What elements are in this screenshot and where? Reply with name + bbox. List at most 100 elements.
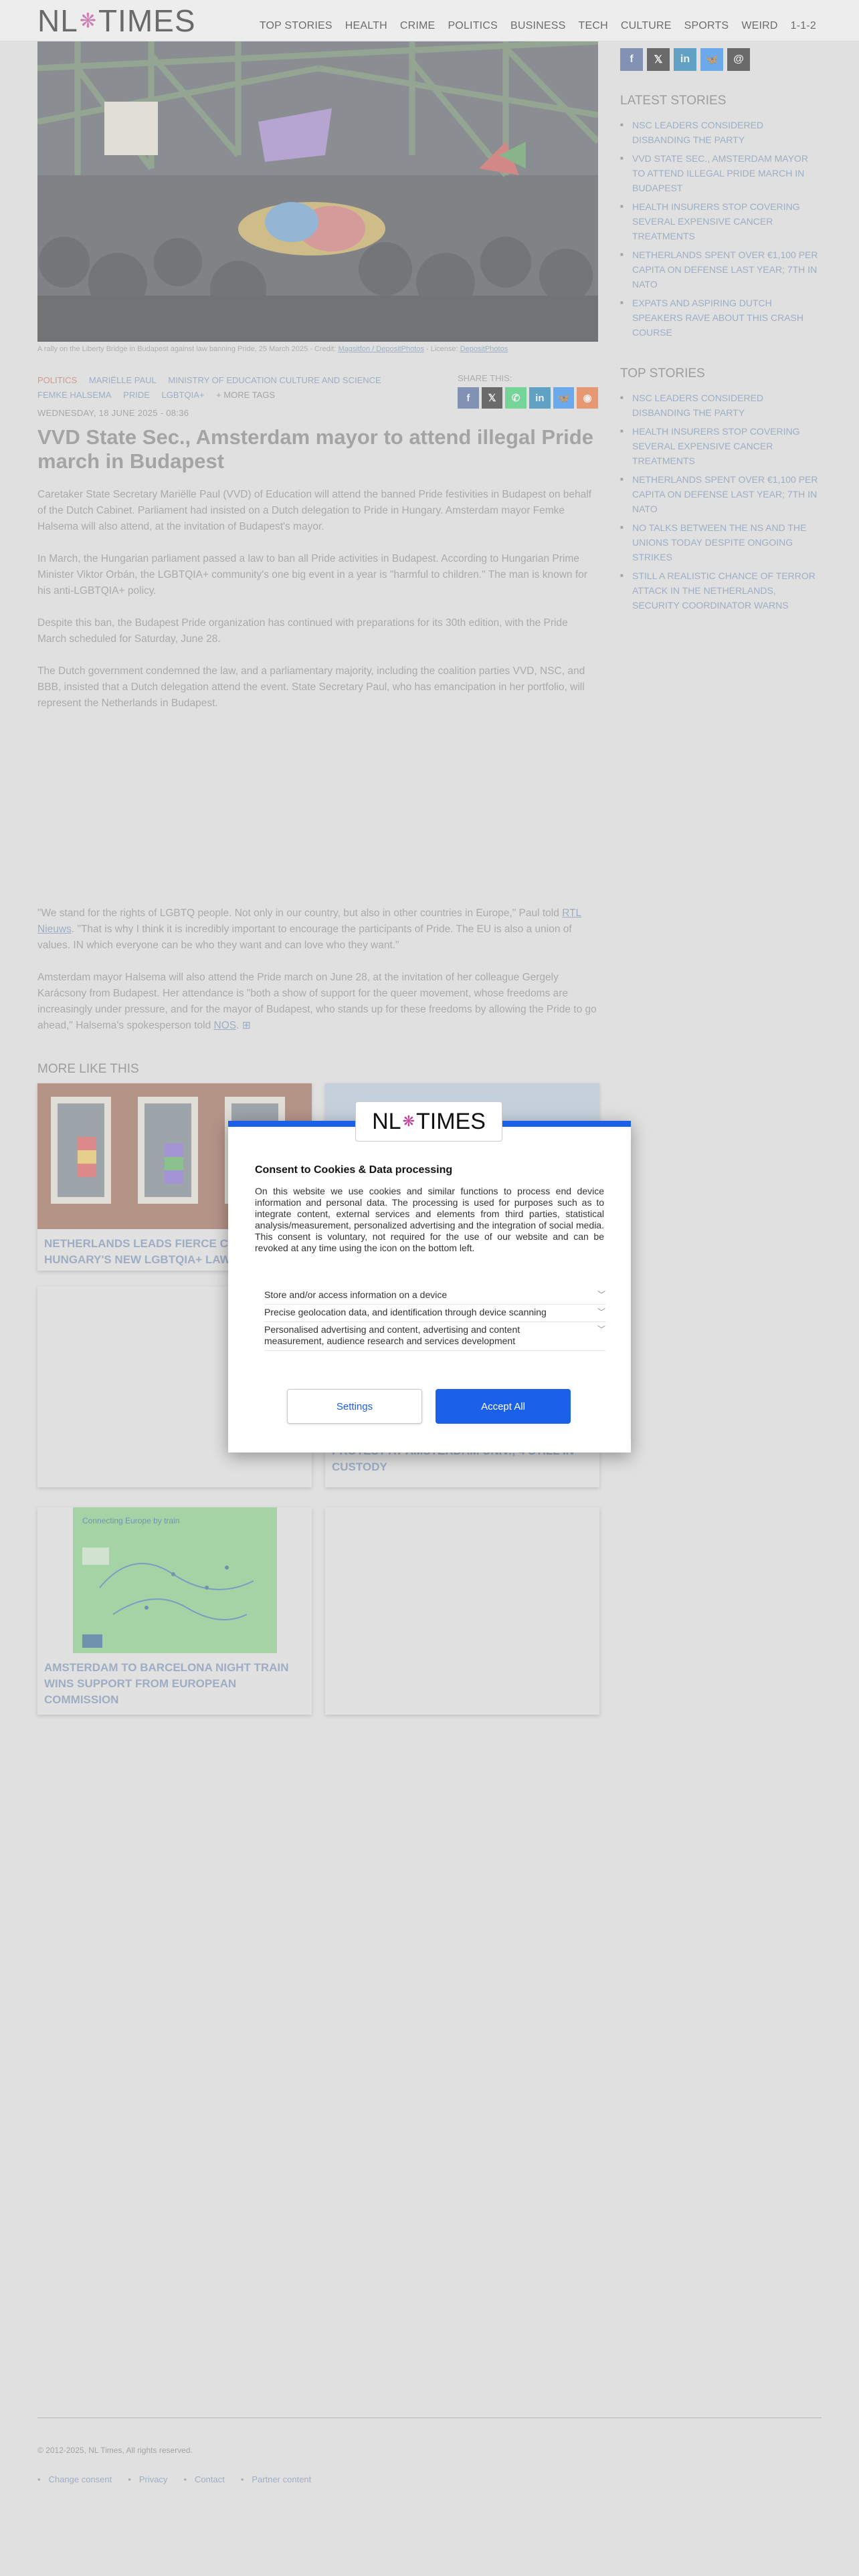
nav-business[interactable]: BUSINESS — [510, 20, 566, 32]
latest-story-link[interactable]: NETHERLANDS SPENT OVER €1,100 PER CAPITA… — [620, 247, 821, 292]
purpose-label: Precise geolocation data, and identifica… — [264, 1307, 547, 1317]
x-icon[interactable]: 𝕏 — [481, 387, 503, 409]
nav-culture[interactable]: CULTURE — [621, 20, 672, 32]
threads-icon[interactable]: @ — [727, 48, 750, 71]
consent-purposes: Store and/or access information on a dev… — [264, 1287, 605, 1351]
caption-credit-link[interactable]: Magsitfon / DepositPhotos — [338, 345, 423, 353]
footer-change-consent-link[interactable]: Change consent — [37, 2474, 112, 2484]
site-header: NL ❋ TIMES TOP STORIES HEALTH CRIME POLI… — [0, 0, 859, 41]
reddit-icon[interactable]: ◉ — [577, 387, 599, 409]
purpose-label: Personalised advertising and content, ad… — [264, 1324, 520, 1346]
image-caption: A rally on the Liberty Bridge in Budapes… — [37, 345, 598, 353]
top-story-link[interactable]: NSC LEADERS CONSIDERED DISBANDING THE PA… — [620, 391, 821, 420]
site-logo[interactable]: NL ❋ TIMES — [37, 3, 196, 38]
consent-purpose-item[interactable]: Store and/or access information on a dev… — [264, 1287, 605, 1305]
tag-lgbtqia[interactable]: LGBTQIA+ — [162, 390, 205, 400]
nav-112[interactable]: 1-1-2 — [791, 20, 816, 32]
tag-pride[interactable]: PRIDE — [123, 390, 150, 400]
more-tags-button[interactable]: + MORE TAGS — [216, 390, 275, 400]
consent-dialog: NL ❋ TIMES Consent to Cookies & Data pro… — [228, 1101, 631, 1453]
nav-weird[interactable]: WEIRD — [741, 20, 777, 32]
tag-ministry-education[interactable]: MINISTRY OF EDUCATION CULTURE AND SCIENC… — [168, 375, 381, 385]
logo-text-nl: NL — [372, 1108, 401, 1134]
linkedin-icon[interactable]: in — [529, 387, 551, 409]
article-tags: POLITICS MARIËLLE PAUL MINISTRY OF EDUCA… — [37, 373, 452, 403]
logo-text-times: TIMES — [416, 1108, 486, 1134]
nav-crime[interactable]: CRIME — [400, 20, 436, 32]
quote-text: "We stand for the rights of LGBTQ people… — [37, 907, 563, 919]
paragraph-text: Amsterdam mayor Halsema will also attend… — [37, 972, 597, 1031]
facebook-icon[interactable]: f — [458, 387, 479, 409]
latest-stories-title: LATEST STORIES — [620, 94, 727, 108]
tag-marielle-paul[interactable]: MARIËLLE PAUL — [89, 375, 157, 385]
card-image: Connecting Europe by train — [37, 1507, 312, 1653]
chevron-down-icon[interactable]: ﹀ — [597, 1289, 605, 1301]
footer-privacy-link[interactable]: Privacy — [128, 2474, 168, 2484]
tag-femke-halsema[interactable]: FEMKE HALSEMA — [37, 390, 112, 400]
nav-tech[interactable]: TECH — [578, 20, 607, 32]
related-card[interactable] — [325, 1507, 599, 1715]
logo-star-icon: ❋ — [79, 9, 97, 32]
article-date: WEDNESDAY, 18 JUNE 2025 - 08:36 — [37, 408, 189, 418]
article-paragraph: In March, the Hungarian parliament passe… — [37, 553, 587, 597]
quote-text-cont: . "That is why I think it is incredibly … — [37, 924, 572, 951]
consent-text: On this website we use cookies and simil… — [255, 1186, 604, 1253]
share-label: SHARE THIS: — [458, 373, 512, 383]
accessibility-icon[interactable]: ⊞ — [242, 1020, 251, 1031]
latest-story-link[interactable]: EXPATS AND ASPIRING DUTCH SPEAKERS RAVE … — [620, 296, 821, 340]
caption-license-link[interactable]: DepositPhotos — [460, 345, 508, 353]
article-hero-image — [37, 41, 598, 342]
accept-all-button[interactable]: Accept All — [436, 1389, 571, 1424]
footer-contact-link[interactable]: Contact — [183, 2474, 225, 2484]
linkedin-icon[interactable]: in — [674, 48, 696, 71]
article-paragraph: "We stand for the rights of LGBTQ people… — [37, 905, 598, 954]
nav-sports[interactable]: SPORTS — [684, 20, 729, 32]
map-title: Connecting Europe by train — [82, 1516, 179, 1525]
x-icon[interactable]: 𝕏 — [647, 48, 670, 71]
sidebar-share-icons: f 𝕏 in 🦋 @ — [620, 48, 750, 71]
top-stories-title: TOP STORIES — [620, 366, 705, 381]
settings-button[interactable]: Settings — [287, 1389, 422, 1424]
chevron-down-icon[interactable]: ﹀ — [597, 1307, 605, 1318]
top-story-link[interactable]: NETHERLANDS SPENT OVER €1,100 PER CAPITA… — [620, 472, 821, 516]
consent-logo: NL ❋ TIMES — [355, 1101, 502, 1142]
latest-story-link[interactable]: VVD STATE SEC., AMSTERDAM MAYOR TO ATTEN… — [620, 151, 821, 195]
logo-text-nl: NL — [37, 3, 78, 38]
consent-purpose-item[interactable]: Precise geolocation data, and identifica… — [264, 1305, 605, 1322]
nos-link[interactable]: NOS — [214, 1020, 237, 1031]
bluesky-icon[interactable]: 🦋 — [700, 48, 723, 71]
footer-links: Change consent Privacy Contact Partner c… — [37, 2474, 312, 2484]
nav-health[interactable]: HEALTH — [345, 20, 387, 32]
caption-text: A rally on the Liberty Bridge in Budapes… — [37, 345, 337, 353]
share-icons: f 𝕏 ✆ in 🦋 ◉ — [458, 387, 599, 409]
top-story-link[interactable]: HEALTH INSURERS STOP COVERING SEVERAL EX… — [620, 424, 821, 468]
facebook-icon[interactable]: f — [620, 48, 643, 71]
card-title[interactable]: AMSTERDAM TO BARCELONA NIGHT TRAIN WINS … — [37, 1653, 312, 1715]
nav-top-stories[interactable]: TOP STORIES — [260, 20, 332, 32]
purpose-label: Store and/or access information on a dev… — [264, 1289, 448, 1300]
latest-story-link[interactable]: NSC LEADERS CONSIDERED DISBANDING THE PA… — [620, 118, 821, 147]
top-story-link[interactable]: STILL A REALISTIC CHANCE OF TERROR ATTAC… — [620, 568, 821, 613]
bluesky-icon[interactable]: 🦋 — [553, 387, 575, 409]
top-story-link[interactable]: NO TALKS BETWEEN THE NS AND THE UNIONS T… — [620, 520, 821, 564]
nav-politics[interactable]: POLITICS — [448, 20, 498, 32]
caption-license-label: - License: — [425, 345, 458, 353]
tag-politics[interactable]: POLITICS — [37, 375, 77, 385]
consent-purpose-item[interactable]: Personalised advertising and content, ad… — [264, 1322, 605, 1351]
latest-story-link[interactable]: HEALTH INSURERS STOP COVERING SEVERAL EX… — [620, 199, 821, 243]
article-paragraph: Caretaker State Secretary Mariëlle Paul … — [37, 489, 591, 532]
chevron-down-icon[interactable]: ﹀ — [597, 1324, 605, 1347]
top-stories: TOP STORIES NSC LEADERS CONSIDERED DISBA… — [620, 366, 821, 617]
article-paragraph: The Dutch government condemned the law, … — [37, 665, 585, 709]
consent-title: Consent to Cookies & Data processing — [255, 1164, 453, 1176]
whatsapp-icon[interactable]: ✆ — [505, 387, 527, 409]
latest-stories: LATEST STORIES NSC LEADERS CONSIDERED DI… — [620, 94, 821, 344]
copyright: © 2012-2025, NL Times, All rights reserv… — [37, 2446, 193, 2455]
share-box: SHARE THIS: f 𝕏 ✆ in 🦋 ◉ — [458, 373, 599, 409]
more-like-this-title: MORE LIKE THIS — [37, 1062, 139, 1076]
logo-text-times: TIMES — [98, 3, 196, 38]
article-paragraph: Amsterdam mayor Halsema will also attend… — [37, 970, 598, 1034]
related-card[interactable]: Connecting Europe by train AMSTERDAM TO … — [37, 1507, 312, 1715]
article-paragraph: Despite this ban, the Budapest Pride org… — [37, 617, 568, 645]
footer-partner-content-link[interactable]: Partner content — [241, 2474, 311, 2484]
